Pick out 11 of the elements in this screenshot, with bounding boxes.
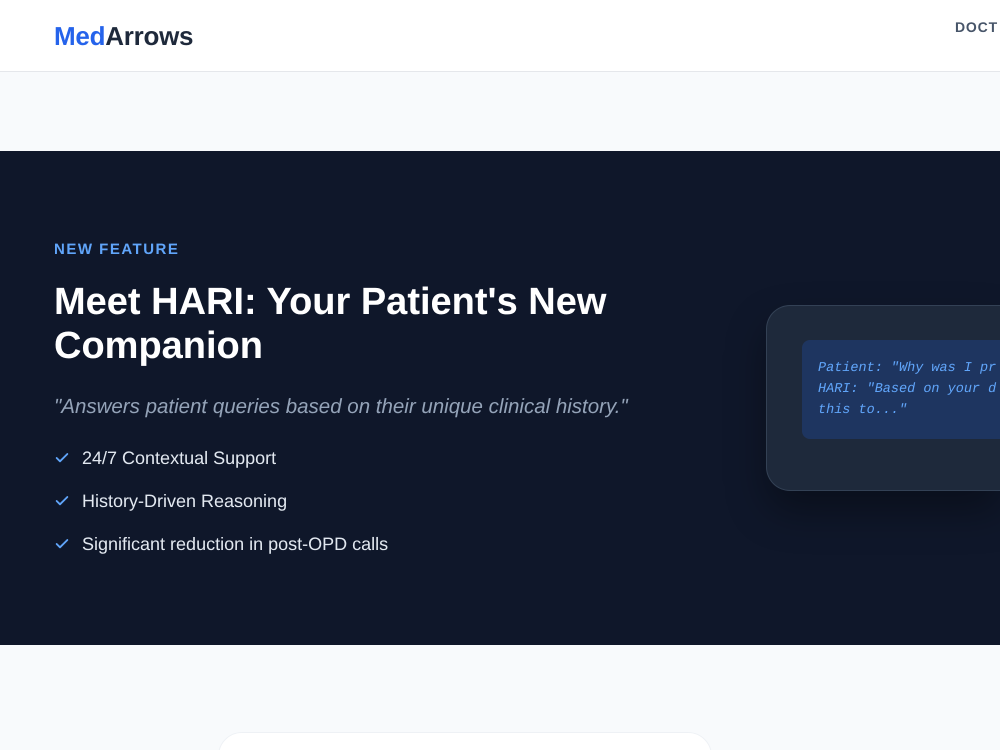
quote-text: "Answers patient queries based on their unique clinical history."	[54, 394, 628, 420]
feature-item: 24/7 Contextual Support	[82, 446, 276, 470]
chat-line: HARI: "Based on your d	[818, 381, 996, 399]
chat-line: this to..."	[818, 402, 908, 420]
feature-item: Significant reduction in post-OPD calls	[82, 532, 388, 556]
nav-link[interactable]: DOCT	[954, 17, 1000, 37]
section-heading: Meet HARI: Your Patient's New Companion	[54, 280, 608, 368]
feature-item: History-Driven Reasoning	[82, 490, 288, 513]
logo[interactable]: MedArrows	[54, 22, 194, 48]
chat-line: Patient: "Why was I pr	[818, 360, 996, 378]
eyebrow-label: NEW FEATURE	[54, 240, 180, 260]
